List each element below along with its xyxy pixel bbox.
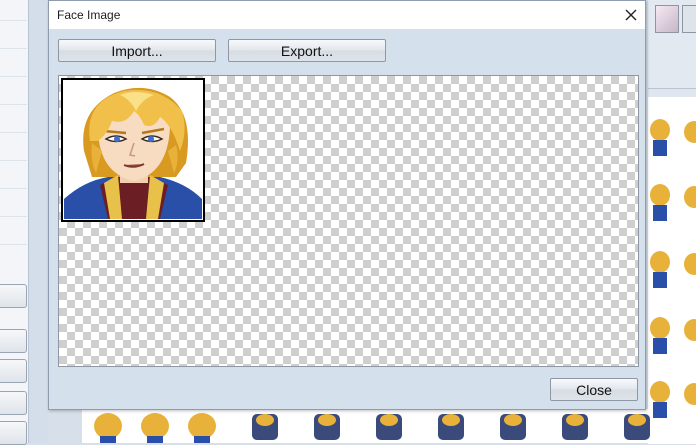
dialog-titlebar[interactable]: Face Image xyxy=(49,1,645,29)
background-button xyxy=(0,421,27,445)
background-button xyxy=(0,329,27,353)
background-sprite-strip xyxy=(82,409,648,443)
color-swatch xyxy=(682,5,696,33)
background-button xyxy=(0,359,27,383)
face-image-canvas[interactable] xyxy=(58,75,639,367)
import-button[interactable]: Import... xyxy=(58,39,216,62)
background-button xyxy=(0,284,27,308)
background-gutter xyxy=(29,0,48,443)
close-icon[interactable] xyxy=(617,2,645,28)
face-image-dialog: Face Image Import... Export... Close xyxy=(48,0,646,410)
close-button[interactable]: Close xyxy=(550,378,638,401)
character-face-icon xyxy=(64,87,202,219)
background-button xyxy=(0,391,27,415)
background-list-panel xyxy=(0,0,29,445)
dialog-body: Import... Export... Close xyxy=(49,29,645,409)
face-cell-selected[interactable] xyxy=(61,78,205,222)
color-swatch xyxy=(655,5,679,33)
background-sprite-grid xyxy=(648,88,696,444)
export-button[interactable]: Export... xyxy=(228,39,386,62)
dialog-title: Face Image xyxy=(57,8,121,22)
